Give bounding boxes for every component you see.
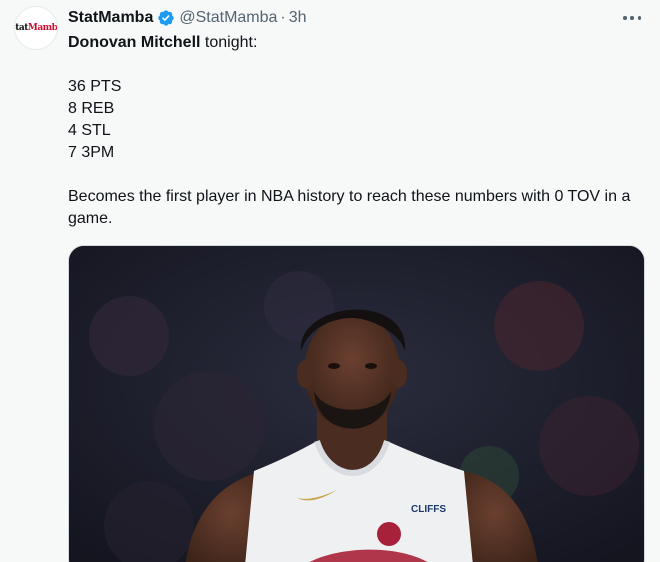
tweet-intro: Donovan Mitchell tonight:: [68, 34, 258, 51]
player-name: Donovan Mitchell: [68, 34, 201, 51]
avatar-logo-text: StatMamba: [15, 23, 58, 33]
player-photo: CLIFFS: [69, 246, 644, 562]
handle[interactable]: @StatMamba: [179, 9, 277, 27]
stat-line: 7 3PM: [68, 144, 115, 161]
avatar[interactable]: StatMamba: [14, 6, 58, 50]
timestamp[interactable]: 3h: [289, 9, 307, 27]
tweet-closing: Becomes the first player in NBA history …: [68, 188, 631, 227]
stat-line: 8 REB: [68, 100, 115, 117]
display-name[interactable]: StatMamba: [68, 9, 153, 27]
tweet-media-photo[interactable]: CLIFFS: [68, 245, 645, 562]
jersey-sponsor: CLIFFS: [411, 504, 446, 515]
tweet-text: Donovan Mitchell tonight: 36 PTS 8 REB 4…: [68, 32, 648, 230]
stat-line: 36 PTS: [68, 78, 122, 95]
stat-line: 4 STL: [68, 122, 111, 139]
separator: ·: [280, 9, 286, 26]
more-horizontal-icon[interactable]: [620, 8, 644, 28]
verified-badge-icon[interactable]: [157, 9, 175, 27]
tweet-header: StatMamba @StatMamba · 3h: [68, 8, 307, 28]
